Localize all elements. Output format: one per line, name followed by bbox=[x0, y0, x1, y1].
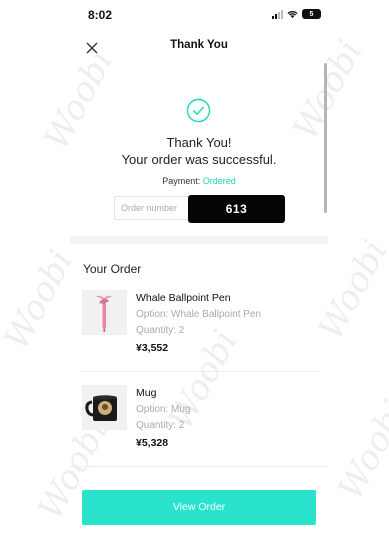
signal-icon bbox=[272, 9, 283, 19]
battery-icon: 5 bbox=[302, 9, 321, 19]
order-number-value: 613 bbox=[188, 195, 285, 223]
watermark-text: Woobi bbox=[0, 243, 82, 357]
list-divider bbox=[70, 466, 328, 467]
status-icons: 5 bbox=[272, 9, 321, 19]
success-message: Your order was successful. bbox=[121, 152, 277, 167]
status-bar: 8:02 5 bbox=[0, 0, 389, 32]
payment-status-value: Ordered bbox=[202, 176, 236, 186]
order-number-label: Order number bbox=[121, 203, 178, 213]
page-title: Thank You bbox=[170, 39, 228, 51]
view-order-button[interactable]: View Order bbox=[82, 490, 316, 525]
item-option: Option: Mug bbox=[136, 404, 191, 415]
success-heading: Thank You! bbox=[166, 135, 232, 150]
status-time: 8:02 bbox=[88, 8, 113, 22]
item-quantity: Quantity: 2 bbox=[136, 325, 185, 336]
order-number-field: Order number 613 bbox=[114, 195, 285, 223]
your-order-heading: Your Order bbox=[83, 262, 142, 276]
item-quantity: Quantity: 2 bbox=[136, 420, 185, 431]
payment-label: Payment: bbox=[162, 176, 201, 186]
item-divider bbox=[82, 371, 318, 372]
wifi-icon bbox=[287, 10, 298, 18]
item-price: ¥3,552 bbox=[136, 342, 169, 354]
payment-status: Payment: Ordered bbox=[70, 176, 328, 186]
item-option: Option: Whale Ballpoint Pen bbox=[136, 309, 262, 320]
item-name: Whale Ballpoint Pen bbox=[136, 292, 231, 304]
item-price: ¥5,328 bbox=[136, 437, 169, 449]
check-circle-icon bbox=[186, 98, 211, 123]
watermark-text: Woobi bbox=[330, 393, 389, 507]
watermark-text: Woobi bbox=[310, 233, 389, 347]
page-header: Thank You bbox=[70, 32, 328, 64]
item-name: Mug bbox=[136, 387, 157, 399]
mug-image bbox=[82, 385, 127, 430]
pen-image bbox=[82, 290, 127, 335]
section-divider bbox=[70, 236, 328, 244]
